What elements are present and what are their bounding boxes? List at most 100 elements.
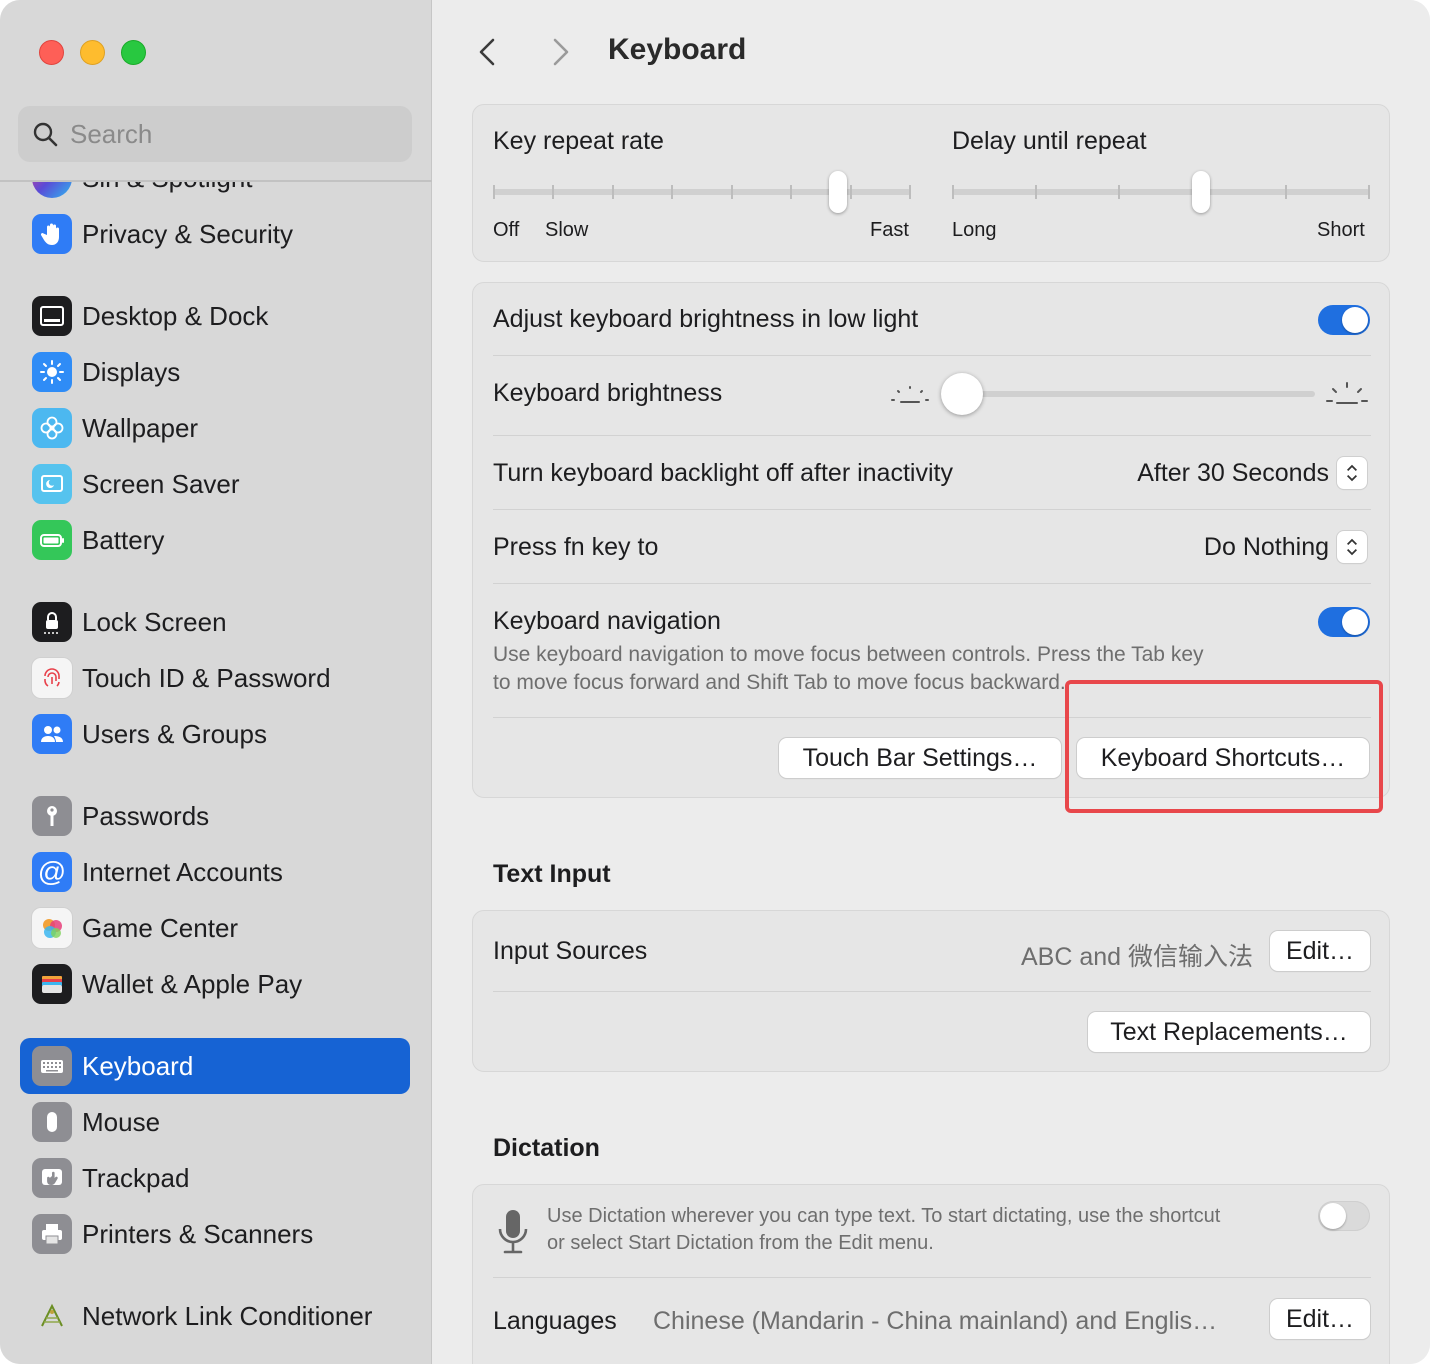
sidebar-item-wallpaper[interactable]: Wallpaper xyxy=(20,400,410,456)
key-repeat-rate-label: Key repeat rate xyxy=(493,127,664,155)
sidebar-list: Siri & Spotlight Privacy & Security Desk… xyxy=(0,182,432,1364)
sidebar-item-label: Siri & Spotlight xyxy=(82,182,253,194)
slider-tick xyxy=(611,185,614,199)
wallet-icon xyxy=(32,964,72,1004)
languages-label: Languages xyxy=(493,1307,617,1335)
slider-tick xyxy=(1035,185,1038,199)
battery-icon xyxy=(32,520,72,560)
key-repeat-rate-slider[interactable] xyxy=(493,171,911,213)
delay-until-repeat-slider[interactable] xyxy=(952,171,1370,213)
backlight-off-label: Turn keyboard backlight off after inacti… xyxy=(493,459,953,487)
sidebar-item-trackpad[interactable]: Trackpad xyxy=(20,1150,410,1206)
sidebar-item-screen-saver[interactable]: Screen Saver xyxy=(20,456,410,512)
rate-slow-label: Slow xyxy=(545,219,589,241)
sidebar-item-touch-id-password[interactable]: Touch ID & Password xyxy=(20,650,410,706)
sidebar-item-internet-accounts[interactable]: @ Internet Accounts xyxy=(20,844,410,900)
sidebar-item-battery[interactable]: Battery xyxy=(20,512,410,568)
slider-tick xyxy=(493,185,495,199)
dictation-toggle[interactable] xyxy=(1318,1201,1370,1231)
sidebar-item-passwords[interactable]: Passwords xyxy=(20,788,410,844)
adjust-brightness-toggle[interactable] xyxy=(1318,305,1370,335)
row-divider xyxy=(493,991,1371,992)
slider-tick xyxy=(952,185,954,199)
text-input-card: Input Sources ABC and 微信输入法 Edit… Text R… xyxy=(472,910,1390,1072)
settings-window: Siri & Spotlight Privacy & Security Desk… xyxy=(0,0,1430,1364)
slider-tick xyxy=(552,185,555,199)
sidebar-item-label: Printers & Scanners xyxy=(82,1218,314,1249)
close-window-button[interactable] xyxy=(39,40,64,65)
popup-value: Do Nothing xyxy=(1203,532,1329,561)
network-link-icon xyxy=(32,1296,72,1336)
fn-key-label: Press fn key to xyxy=(493,533,659,561)
sidebar-item-label: Trackpad xyxy=(82,1162,190,1193)
description-line: Use keyboard navigation to move focus be… xyxy=(493,643,1204,666)
sidebar-item-keyboard[interactable]: Keyboard xyxy=(20,1038,410,1094)
text-replacements-button[interactable]: Text Replacements… xyxy=(1088,1012,1370,1052)
slider-tick xyxy=(1368,185,1370,199)
printer-icon xyxy=(32,1214,72,1254)
row-divider xyxy=(493,509,1371,510)
minimize-window-button[interactable] xyxy=(80,40,105,65)
input-sources-edit-button[interactable]: Edit… xyxy=(1270,931,1370,971)
fn-key-popup[interactable]: Do Nothing xyxy=(1204,531,1367,563)
dock-icon xyxy=(32,296,72,336)
search-input[interactable] xyxy=(70,118,390,150)
screen-saver-icon xyxy=(32,464,72,504)
sidebar-item-displays[interactable]: Displays xyxy=(20,344,410,400)
slider-track xyxy=(952,189,1370,195)
sidebar-item-desktop-dock[interactable]: Desktop & Dock xyxy=(20,288,410,344)
search-field[interactable] xyxy=(18,106,412,162)
delay-until-repeat-label: Delay until repeat xyxy=(952,127,1147,155)
search-icon xyxy=(33,122,58,147)
row-divider xyxy=(493,1277,1371,1278)
sidebar-item-mouse[interactable]: Mouse xyxy=(20,1094,410,1150)
sidebar-item-label: Wallpaper xyxy=(82,412,199,443)
keyboard-brightness-slider[interactable] xyxy=(941,373,1315,415)
row-divider xyxy=(493,355,1371,356)
sidebar-item-printers-scanners[interactable]: Printers & Scanners xyxy=(20,1206,410,1262)
delay-short-label: Short xyxy=(1317,219,1365,241)
sun-icon xyxy=(32,352,72,392)
sidebar-item-label: Battery xyxy=(82,524,165,555)
sidebar-item-game-center[interactable]: Game Center xyxy=(20,900,410,956)
keyboard-navigation-toggle[interactable] xyxy=(1318,607,1370,637)
hand-icon xyxy=(32,214,72,254)
languages-value: Chinese (Mandarin - China mainland) and … xyxy=(653,1307,1218,1335)
fingerprint-icon xyxy=(32,658,72,698)
chevron-up-down-icon xyxy=(1337,531,1367,563)
sidebar-item-siri-spotlight[interactable]: Siri & Spotlight xyxy=(20,182,410,206)
slider-track xyxy=(941,391,1315,397)
sidebar-item-network-link-conditioner[interactable]: Network Link Conditioner xyxy=(20,1288,410,1344)
game-center-icon xyxy=(32,908,72,948)
slider-track xyxy=(493,189,911,195)
keyboard-brightness-label: Keyboard brightness xyxy=(493,379,723,407)
sidebar-item-users-groups[interactable]: Users & Groups xyxy=(20,706,410,762)
slider-tick xyxy=(849,185,852,199)
key-repeat-card: Key repeat rate Delay until repeat Off S… xyxy=(472,104,1390,262)
zoom-window-button[interactable] xyxy=(121,40,146,65)
slider-knob[interactable] xyxy=(1192,171,1210,213)
keyboard-icon xyxy=(32,1046,72,1086)
sidebar-item-privacy-security[interactable]: Privacy & Security xyxy=(20,206,410,262)
slider-knob[interactable] xyxy=(941,373,983,415)
input-sources-value: ABC and 微信输入法 xyxy=(1020,943,1253,971)
description-line: Use Dictation wherever you can type text… xyxy=(547,1205,1221,1227)
at-icon: @ xyxy=(32,852,72,892)
siri-icon xyxy=(32,182,72,198)
back-button[interactable] xyxy=(473,34,503,70)
microphone-icon xyxy=(498,1210,528,1254)
main-pane: Keyboard Key repeat rate Delay until rep… xyxy=(433,0,1430,1364)
mouse-icon xyxy=(32,1102,72,1142)
dictation-description: Use Dictation wherever you can type text… xyxy=(547,1203,1307,1257)
sidebar-item-lock-screen[interactable]: Lock Screen xyxy=(20,594,410,650)
rate-off-label: Off xyxy=(493,219,520,241)
slider-tick xyxy=(1284,185,1287,199)
backlight-timeout-popup[interactable]: After 30 Seconds xyxy=(1137,457,1367,489)
lock-icon xyxy=(32,602,72,642)
touch-bar-settings-button[interactable]: Touch Bar Settings… xyxy=(779,738,1061,778)
languages-edit-button[interactable]: Edit… xyxy=(1270,1299,1370,1339)
flower-icon xyxy=(32,408,72,448)
slider-knob[interactable] xyxy=(829,171,847,213)
sidebar-item-wallet-apple-pay[interactable]: Wallet & Apple Pay xyxy=(20,956,410,1012)
forward-button[interactable] xyxy=(545,34,575,70)
